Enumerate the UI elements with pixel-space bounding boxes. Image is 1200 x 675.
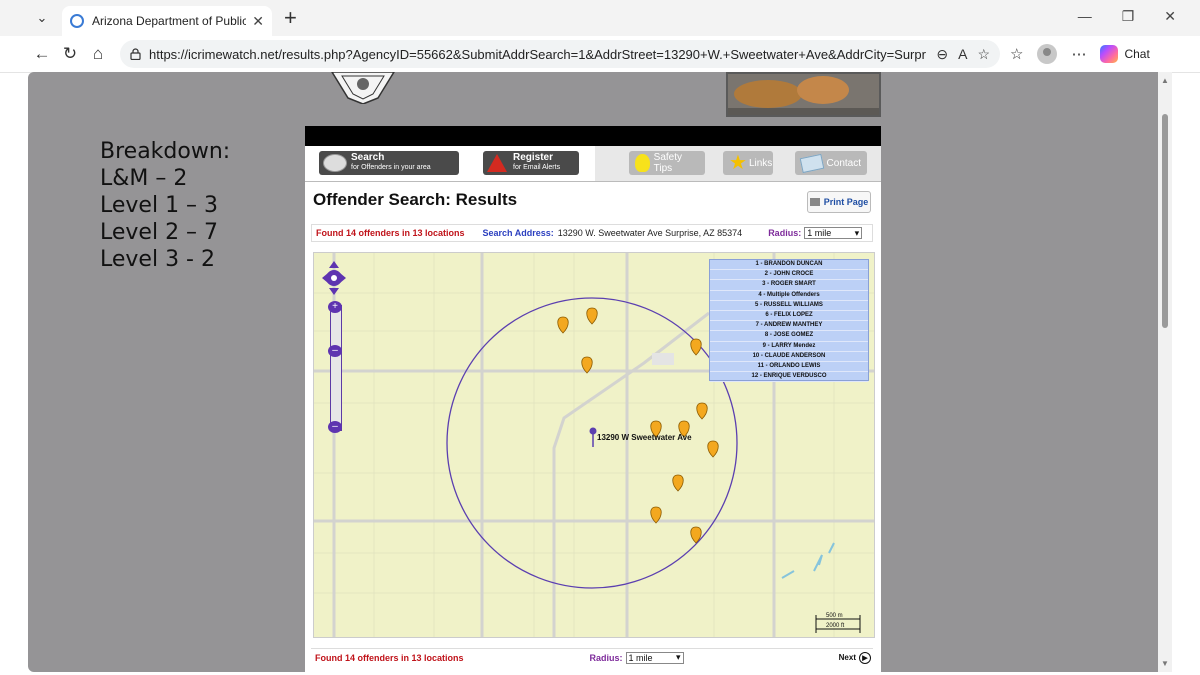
new-tab-plus-icon[interactable]: + bbox=[284, 7, 297, 29]
url-bar[interactable]: https://icrimewatch.net/results.php?Agen… bbox=[120, 40, 1000, 68]
offender-map[interactable]: + – – 13290 W Sweetwater Ave 1 - BRANDON… bbox=[313, 252, 875, 638]
legend-item[interactable]: 8 - JOSE GOMEZ bbox=[710, 331, 868, 342]
favorites-icon[interactable]: ☆ bbox=[1010, 45, 1023, 63]
url-text: https://icrimewatch.net/results.php?Agen… bbox=[149, 46, 927, 62]
zoom-out-map-icon[interactable]: – bbox=[328, 421, 342, 433]
breakdown-line: Level 3 - 2 bbox=[100, 247, 215, 272]
back-arrow-icon[interactable]: ← bbox=[28, 40, 56, 68]
offender-legend: 1 - BRANDON DUNCAN 2 - JOHN CROCE 3 - RO… bbox=[709, 259, 869, 383]
radius-select[interactable]: 1 mile ▾ bbox=[804, 227, 863, 239]
read-aloud-icon[interactable]: A bbox=[958, 46, 967, 62]
register-alerts-button[interactable]: Register for Email Alerts bbox=[483, 151, 579, 175]
tab-bar: ⌄ Arizona Department of Public Safe ✕ + … bbox=[0, 0, 1200, 36]
more-menu-icon[interactable]: ⋯ bbox=[1071, 45, 1086, 63]
home-icon[interactable]: ⌂ bbox=[84, 40, 112, 68]
radius-label: Radius: bbox=[768, 228, 802, 238]
breakdown-line: Level 1 – 3 bbox=[100, 193, 219, 218]
star-icon: ★ bbox=[729, 152, 747, 174]
magnifier-icon bbox=[323, 154, 347, 172]
chevron-down-icon: ▾ bbox=[676, 652, 681, 662]
chat-label: Chat bbox=[1124, 47, 1150, 61]
search-offenders-button[interactable]: Search for Offenders in your area bbox=[319, 151, 459, 175]
zoom-slider[interactable] bbox=[330, 305, 342, 431]
print-page-button[interactable]: Print Page bbox=[807, 191, 871, 213]
breakdown-line: Breakdown: bbox=[100, 139, 231, 164]
site-nav: Search for Offenders in your area Regist… bbox=[305, 146, 881, 182]
scroll-up-icon[interactable]: ▲ bbox=[1161, 76, 1169, 85]
legend-item[interactable]: 2 - JOHN CROCE bbox=[710, 270, 868, 281]
zoom-in-icon[interactable]: + bbox=[328, 301, 342, 313]
search-address-label: Search Address: bbox=[482, 228, 554, 238]
offender-search-panel: Search for Offenders in your area Regist… bbox=[305, 126, 881, 672]
browser-tab[interactable]: Arizona Department of Public Safe ✕ bbox=[62, 6, 272, 36]
restore-icon[interactable]: ❐ bbox=[1122, 8, 1135, 25]
safety-tips-button[interactable]: Safety Tips bbox=[629, 151, 705, 175]
next-arrow-icon: ▶ bbox=[859, 651, 871, 664]
contact-button[interactable]: Contact bbox=[795, 151, 867, 175]
close-window-icon[interactable]: ✕ bbox=[1164, 8, 1176, 25]
close-tab-icon[interactable]: ✕ bbox=[252, 13, 264, 30]
map-zoom-control: + – – bbox=[322, 261, 350, 433]
envelope-icon bbox=[799, 153, 824, 173]
legend-item[interactable]: 7 - ANDREW MANTHEY bbox=[710, 321, 868, 332]
scroll-down-icon[interactable]: ▼ bbox=[1161, 659, 1169, 668]
chevron-down-icon: ▾ bbox=[854, 227, 860, 238]
legend-item[interactable]: 9 - LARRY Mendez bbox=[710, 342, 868, 352]
legend-item[interactable]: 1 - BRANDON DUNCAN bbox=[710, 260, 868, 271]
lightbulb-icon bbox=[635, 154, 650, 172]
page-title: Offender Search: Results bbox=[313, 190, 518, 209]
links-button[interactable]: ★ Links bbox=[723, 151, 773, 175]
site-favicon-icon bbox=[70, 14, 84, 28]
printer-icon bbox=[809, 198, 820, 206]
address-toolbar: ← ↻ ⌂ https://icrimewatch.net/results.ph… bbox=[0, 36, 1200, 73]
refresh-icon[interactable]: ↻ bbox=[56, 40, 84, 68]
radius-label-footer: Radius: bbox=[589, 652, 623, 663]
warning-icon bbox=[487, 154, 507, 172]
breakdown-line: Level 2 – 7 bbox=[100, 220, 219, 245]
results-footer-bar: Found 14 offenders in 13 locations Radiu… bbox=[311, 648, 873, 666]
legend-item[interactable]: 5 - RUSSELL WILLIAMS bbox=[710, 301, 868, 311]
radius-select-footer[interactable]: 1 mile ▾ bbox=[625, 651, 684, 664]
site-header-strip bbox=[305, 126, 881, 146]
legend-item[interactable]: 3 - ROGER SMART bbox=[710, 280, 868, 291]
legend-item[interactable]: 6 - FELIX LOPEZ bbox=[710, 311, 868, 322]
tab-list-chevron-icon[interactable]: ⌄ bbox=[28, 4, 56, 32]
legend-item[interactable]: 11 - ORLANDO LEWIS bbox=[710, 362, 868, 373]
found-count: Found 14 offenders in 13 locations bbox=[316, 228, 465, 238]
found-count-footer: Found 14 offenders in 13 locations bbox=[315, 652, 464, 663]
profile-avatar[interactable] bbox=[1037, 44, 1058, 64]
minimize-icon[interactable]: — bbox=[1078, 8, 1092, 25]
legend-item[interactable]: 12 - ENRIQUE VERDUSCO bbox=[710, 372, 868, 383]
next-button[interactable]: Next ▶ bbox=[839, 651, 871, 664]
search-address-value: 13290 W. Sweetwater Ave Surprise, AZ 853… bbox=[557, 228, 743, 238]
legend-item[interactable]: 10 - CLAUDE ANDERSON bbox=[710, 352, 868, 362]
dps-badge-logo bbox=[331, 72, 395, 104]
copilot-chat-button[interactable]: Chat bbox=[1100, 45, 1150, 63]
zoom-slider-handle[interactable]: – bbox=[328, 345, 342, 357]
lock-icon bbox=[130, 48, 141, 60]
window-controls: — ❐ ✕ bbox=[1078, 8, 1176, 25]
favorite-star-icon[interactable]: ☆ bbox=[977, 46, 990, 63]
legend-item[interactable]: 4 - Multiple Offenders bbox=[710, 291, 868, 301]
scrollbar-thumb[interactable] bbox=[1162, 114, 1168, 328]
pan-arrows-icon[interactable] bbox=[322, 261, 346, 295]
breakdown-line: L&M – 2 bbox=[100, 166, 188, 191]
page-scrollbar[interactable]: ▲ ▼ bbox=[1158, 72, 1172, 672]
breakdown-annotation: Breakdown: L&M – 2 Level 1 – 3 Level 2 –… bbox=[100, 138, 230, 273]
map-scale: 500 m 2000 ft bbox=[826, 613, 845, 629]
tab-title: Arizona Department of Public Safe bbox=[92, 14, 247, 28]
header-photo bbox=[726, 72, 881, 117]
zoom-out-icon[interactable]: ⊖ bbox=[936, 46, 948, 63]
copilot-icon bbox=[1100, 45, 1119, 63]
search-location-label: 13290 W Sweetwater Ave bbox=[597, 433, 692, 442]
page-viewport: Breakdown: L&M – 2 Level 1 – 3 Level 2 –… bbox=[28, 72, 1158, 672]
results-info-bar: Found 14 offenders in 13 locations Searc… bbox=[311, 224, 873, 242]
